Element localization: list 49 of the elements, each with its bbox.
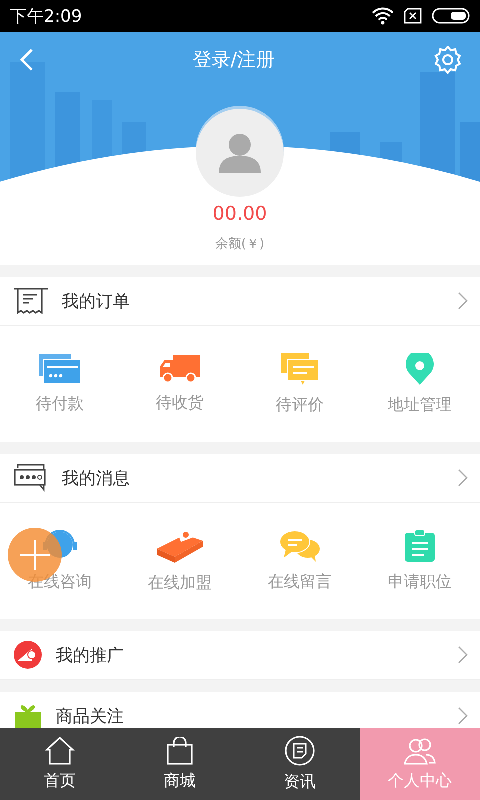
chevron-right-icon[interactable] [458, 292, 468, 310]
section-header[interactable]: 我的消息 [0, 454, 480, 503]
chevron-right-icon[interactable] [458, 469, 468, 487]
clipboard-icon [405, 530, 435, 562]
plus-icon [19, 539, 51, 571]
balance-label: 余额(￥) [215, 236, 265, 253]
receipt-icon [14, 288, 48, 314]
people-icon [404, 736, 436, 764]
nav-tab[interactable]: 个人中心 [360, 728, 480, 800]
battery-icon [432, 8, 470, 24]
menu-item[interactable]: 待收货 [120, 326, 240, 442]
chat-bubbles-icon [280, 530, 320, 562]
shopping-bag-icon [167, 736, 193, 764]
menu-label: 在线留言 [268, 572, 332, 592]
settings-icon[interactable] [434, 46, 462, 74]
section-title: 我的消息 [62, 468, 131, 490]
menu-label: 申请职位 [388, 572, 452, 592]
menu-item[interactable]: 待评价 [240, 326, 360, 442]
location-pin-icon [406, 352, 434, 384]
back-icon[interactable] [20, 48, 34, 72]
section-title: 商品关注 [56, 706, 125, 728]
page-title: 登录/注册 [192, 48, 276, 73]
card-icon [39, 354, 81, 384]
menu-item[interactable]: 在线留言 [240, 503, 360, 619]
menu-item[interactable]: 待付款 [0, 326, 120, 442]
message-icon [281, 352, 319, 384]
balance-amount: 00.00 [212, 203, 268, 225]
menu-label: 待收货 [156, 392, 204, 414]
menu-label: 待评价 [276, 394, 324, 416]
menu-item[interactable]: 在线加盟 [120, 503, 240, 619]
section-title: 我的订单 [62, 290, 131, 312]
chevron-right-icon[interactable] [458, 707, 468, 725]
section-title: 我的推广 [56, 644, 125, 666]
wifi-icon [372, 7, 394, 25]
section-header[interactable]: 我的推广 [0, 631, 480, 680]
menu-label: 地址管理 [388, 394, 452, 416]
chevron-right-icon[interactable] [458, 646, 468, 664]
no-sim-icon [404, 8, 422, 24]
status-time: 下午2:09 [10, 6, 82, 28]
message-icon [14, 464, 48, 492]
home-icon [45, 736, 75, 764]
user-icon [219, 133, 261, 173]
truck-icon [160, 354, 200, 382]
menu-item[interactable]: 申请职位 [360, 503, 480, 619]
menu-label: 在线加盟 [148, 572, 212, 594]
menu-item[interactable]: 地址管理 [360, 326, 480, 442]
menu-label: 待付款 [36, 394, 84, 414]
section-header[interactable]: 我的订单 [0, 277, 480, 326]
document-icon [285, 736, 315, 766]
